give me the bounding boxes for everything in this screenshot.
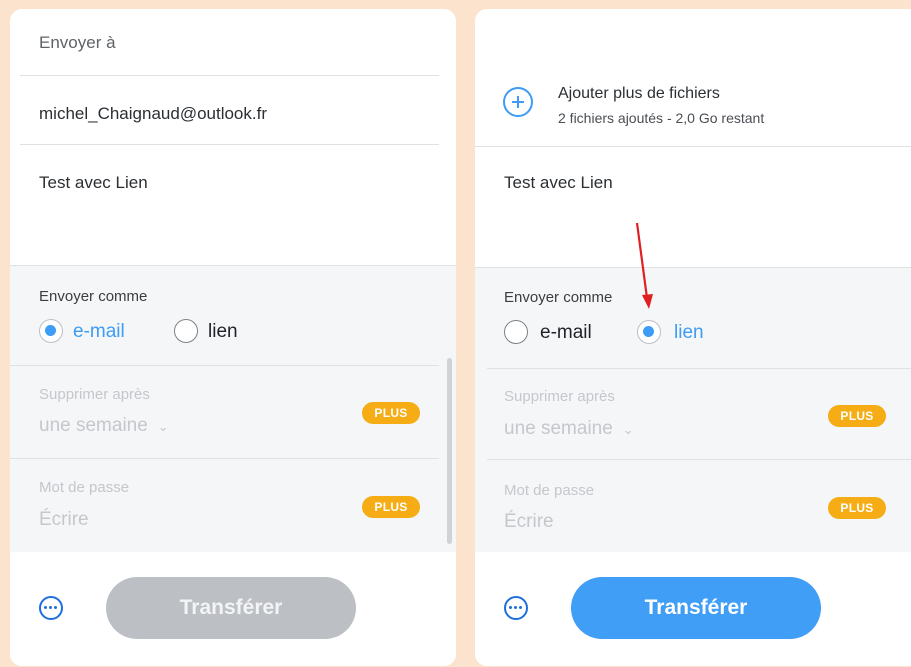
transfer-form-left: Envoyer à michel_Chaignaud@outlook.fr Te… bbox=[10, 9, 456, 666]
add-files-subtitle: 2 fichiers ajoutés - 2,0 Go restant bbox=[558, 110, 765, 126]
divider bbox=[487, 459, 911, 460]
password-field[interactable]: Écrire bbox=[39, 509, 89, 531]
send-as-link-label[interactable]: lien bbox=[208, 321, 238, 343]
add-files-icon[interactable] bbox=[503, 87, 533, 117]
more-options-icon[interactable] bbox=[39, 596, 63, 620]
delete-after-label: Supprimer après bbox=[39, 386, 150, 403]
send-as-link-radio[interactable] bbox=[174, 319, 198, 343]
message-field[interactable]: Test avec Lien bbox=[504, 173, 613, 193]
send-as-label: Envoyer comme bbox=[39, 288, 148, 305]
send-as-email-label[interactable]: e-mail bbox=[540, 322, 592, 344]
divider bbox=[475, 267, 911, 268]
password-field[interactable]: Écrire bbox=[504, 511, 554, 533]
recipient-field[interactable]: Envoyer à bbox=[39, 33, 116, 53]
send-as-email-radio[interactable] bbox=[39, 319, 63, 343]
divider bbox=[20, 144, 439, 145]
password-label: Mot de passe bbox=[39, 479, 130, 496]
delete-after-value: une semaine bbox=[504, 418, 613, 439]
plus-badge[interactable]: PLUS bbox=[362, 496, 420, 518]
send-as-label: Envoyer comme bbox=[504, 289, 613, 306]
annotation-arrow-icon bbox=[635, 222, 653, 309]
delete-after-select[interactable]: une semaine ⌄ bbox=[39, 415, 169, 437]
send-as-email-label[interactable]: e-mail bbox=[73, 321, 125, 343]
options-section: Envoyer comme e-mail lien Supprimer aprè… bbox=[475, 267, 911, 552]
email-entry[interactable]: michel_Chaignaud@outlook.fr bbox=[39, 104, 267, 124]
add-files-title[interactable]: Ajouter plus de fichiers bbox=[558, 85, 720, 103]
divider bbox=[10, 265, 456, 266]
message-field[interactable]: Test avec Lien bbox=[39, 173, 148, 193]
plus-badge[interactable]: PLUS bbox=[362, 402, 420, 424]
divider bbox=[10, 365, 439, 366]
divider bbox=[10, 458, 439, 459]
footer: Transférer bbox=[475, 552, 911, 666]
options-section: Envoyer comme e-mail lien Supprimer aprè… bbox=[10, 265, 456, 552]
send-as-email-radio[interactable] bbox=[504, 320, 528, 344]
chevron-down-icon: ⌄ bbox=[157, 419, 169, 434]
transfer-button[interactable]: Transférer bbox=[106, 577, 356, 639]
more-options-icon[interactable] bbox=[504, 596, 528, 620]
transfer-button[interactable]: Transférer bbox=[571, 577, 821, 639]
send-as-link-label[interactable]: lien bbox=[674, 322, 704, 344]
footer: Transférer bbox=[10, 552, 456, 666]
send-as-link-radio[interactable] bbox=[637, 320, 661, 344]
scrollbar[interactable] bbox=[447, 358, 452, 544]
delete-after-value: une semaine bbox=[39, 415, 148, 436]
delete-after-select[interactable]: une semaine ⌄ bbox=[504, 418, 634, 440]
divider bbox=[475, 146, 911, 147]
plus-badge[interactable]: PLUS bbox=[828, 497, 886, 519]
delete-after-label: Supprimer après bbox=[504, 388, 615, 405]
password-label: Mot de passe bbox=[504, 482, 595, 499]
plus-badge[interactable]: PLUS bbox=[828, 405, 886, 427]
transfer-form-right: Ajouter plus de fichiers 2 fichiers ajou… bbox=[475, 9, 911, 666]
divider bbox=[20, 75, 439, 76]
divider bbox=[487, 368, 911, 369]
chevron-down-icon: ⌄ bbox=[622, 422, 634, 437]
